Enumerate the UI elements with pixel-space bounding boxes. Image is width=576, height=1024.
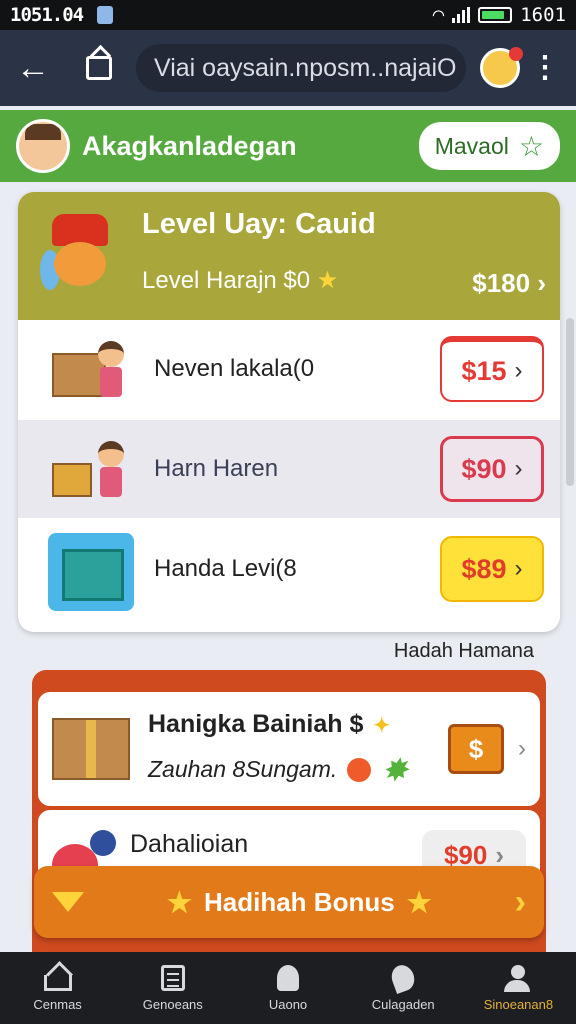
pin-icon xyxy=(388,961,418,994)
avatar[interactable] xyxy=(16,119,70,173)
list-item-title-text: Hanigka Bainiah $ xyxy=(148,709,364,738)
chief-mascot-icon xyxy=(40,214,120,298)
nav-label: Sinoeanan8 xyxy=(483,996,554,1012)
price-value: $89 xyxy=(461,553,507,584)
chevron-right-icon[interactable]: › xyxy=(518,735,526,763)
price-value: $90 xyxy=(461,453,507,484)
star-icon: ★ xyxy=(406,886,432,918)
level-subtitle-text: Level Harajn $0 xyxy=(142,267,311,294)
ball-icon xyxy=(347,757,372,782)
status-bar: 1051.04 ◠ 1601 xyxy=(0,0,576,30)
profile-icon xyxy=(504,964,532,992)
nav-label: Uaono xyxy=(268,996,308,1012)
chevron-right-icon: › xyxy=(514,882,526,921)
document-icon xyxy=(160,964,185,991)
nav-label: Culagaden xyxy=(371,996,435,1012)
battery-icon xyxy=(478,7,513,23)
status-right: ◠ 1601 xyxy=(433,4,566,26)
box-kid-illustration-icon xyxy=(46,333,134,405)
money-icon[interactable]: $ xyxy=(448,724,504,774)
list-item[interactable]: Neven lakala(0 $15 › xyxy=(18,320,560,418)
nav-label: Cenmas xyxy=(33,996,82,1012)
chevron-right-icon: › xyxy=(514,455,523,482)
list-item-subtitle: Zauhan 8Sungam. ✸ xyxy=(148,751,408,789)
level-subtitle: Level Harajn $0 ★ xyxy=(142,266,338,295)
bottom-nav: Cenmas Genoeans Uaono Culagaden Sinoeana… xyxy=(0,952,576,1024)
price-value: $15 xyxy=(461,355,507,386)
list-item-label: Neven lakala(0 xyxy=(154,355,315,382)
home-icon[interactable] xyxy=(86,56,112,80)
cash-crate-illustration-icon xyxy=(46,533,134,611)
level-price[interactable]: $180 › xyxy=(472,268,546,299)
nav-item-home[interactable]: Cenmas xyxy=(0,952,115,1024)
level-price-value: $180 xyxy=(472,268,531,298)
back-arrow-icon[interactable]: ← xyxy=(16,49,56,88)
list-item[interactable]: Handa Levi(8 $89 › xyxy=(18,520,560,618)
level-card: Level Uay: Cauid Level Harajn $0 ★ $180 … xyxy=(18,192,560,632)
list-item[interactable]: Hanigka Bainiah $ ✦ Zauhan 8Sungam. ✸ $ › xyxy=(38,692,540,806)
list-item-subtitle-text: Zauhan 8Sungam. xyxy=(148,756,338,782)
list-item-label: Handa Levi(8 xyxy=(154,555,297,582)
chevron-right-icon: › xyxy=(514,357,523,384)
home-icon xyxy=(43,974,72,991)
section-note: Hadah Hamana xyxy=(393,640,534,662)
list-item[interactable]: Harn Haren $90 › xyxy=(18,420,560,518)
green-star-icon: ✸ xyxy=(381,751,409,788)
wifi-icon: ◠ xyxy=(432,4,445,26)
star-icon: ★ xyxy=(316,267,339,294)
nav-item-location[interactable]: Culagaden xyxy=(346,952,461,1024)
list-item-title: Dahalioian xyxy=(130,830,249,858)
scrollbar[interactable] xyxy=(566,318,574,486)
manual-button-label: Mavaol xyxy=(434,132,509,159)
nav-item-map[interactable]: Uaono xyxy=(230,952,345,1024)
triangle-down-icon xyxy=(52,892,84,912)
star-icon: ★ xyxy=(166,886,192,918)
treasure-box-icon xyxy=(52,718,130,780)
bonus-center: ★ Hadihah Bonus ★ xyxy=(167,886,432,919)
star-outline-icon: ☆ xyxy=(518,130,544,162)
more-menu-icon[interactable]: ⋮ xyxy=(530,53,560,83)
level-card-header[interactable]: Level Uay: Cauid Level Harajn $0 ★ $180 … xyxy=(18,192,560,320)
nav-item-profile[interactable]: Sinoeanan8 xyxy=(461,952,576,1024)
price-button[interactable]: $15 › xyxy=(440,336,544,402)
list-item-title: Hanigka Bainiah $ ✦ xyxy=(148,710,408,739)
notification-icon xyxy=(97,6,114,24)
price-button[interactable]: $89 › xyxy=(440,536,544,602)
bonus-banner[interactable]: ★ Hadihah Bonus ★ › xyxy=(34,866,544,938)
page-title: Akagkanladegan xyxy=(82,130,297,161)
manual-button[interactable]: Mavaol ☆ xyxy=(418,122,560,170)
page-header: Akagkanladegan Mavaol ☆ xyxy=(0,110,576,182)
star-icon: ✦ xyxy=(373,714,391,737)
chevron-right-icon: › xyxy=(514,555,523,582)
url-bar[interactable]: Viai oaysain.nposm..najaiO xyxy=(136,44,466,92)
list-item-label: Harn Haren xyxy=(154,455,279,482)
browser-toolbar: ← Viai oaysain.nposm..najaiO ⋮ xyxy=(0,30,576,106)
signal-icon xyxy=(452,7,471,23)
level-title: Level Uay: Cauid xyxy=(142,208,376,240)
status-battery-text: 1601 xyxy=(520,4,566,26)
price-button[interactable]: $90 › xyxy=(440,436,544,502)
nav-item-documents[interactable]: Genoeans xyxy=(115,952,230,1024)
status-time: 1051.04 xyxy=(10,4,84,26)
nav-label: Genoeans xyxy=(142,996,203,1012)
map-icon xyxy=(277,964,299,991)
bonus-label: Hadihah Bonus xyxy=(204,886,395,917)
gift-kid-illustration-icon xyxy=(46,433,134,505)
profile-mascot-icon[interactable] xyxy=(480,47,523,88)
